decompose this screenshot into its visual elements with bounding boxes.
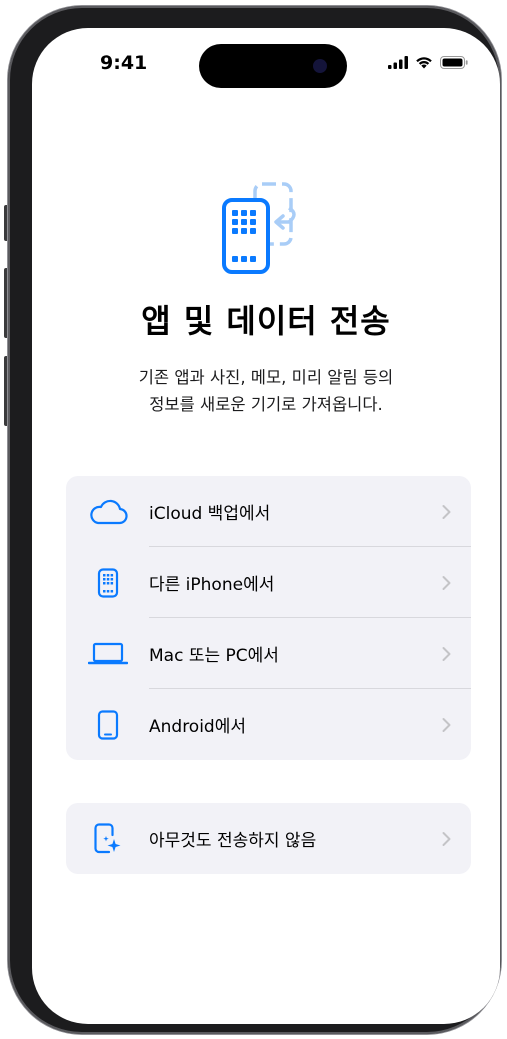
option-dont-transfer[interactable]: 아무것도 전송하지 않음	[66, 803, 471, 874]
description-line-2: 정보를 새로운 기기로 가져옵니다.	[149, 395, 383, 414]
option-mac-or-pc[interactable]: Mac 또는 PC에서	[66, 618, 471, 689]
chevron-right-icon	[442, 646, 451, 661]
status-time: 9:41	[100, 52, 148, 74]
page-description: 기존 앱과 사진, 메모, 미리 알림 등의 정보를 새로운 기기로 가져옵니다…	[32, 364, 500, 418]
chevron-right-icon	[442, 831, 451, 846]
iphone-icon	[88, 567, 128, 598]
status-bar: 9:41	[32, 28, 500, 88]
option-icloud-backup[interactable]: iCloud 백업에서	[66, 476, 471, 547]
status-icons	[388, 56, 468, 69]
page-title: 앱 및 데이터 전송	[141, 302, 391, 340]
cloud-icon	[88, 497, 128, 527]
option-other-iphone[interactable]: 다른 iPhone에서	[66, 547, 471, 618]
cellular-signal-icon	[388, 56, 408, 69]
wifi-icon	[416, 57, 432, 69]
screen: 9:41 앱 및 데이터 전송 기존 앱과 사진, 메모, 미리 알림 등의 정…	[32, 28, 500, 1024]
android-phone-icon	[88, 709, 128, 740]
option-label: 다른 iPhone에서	[149, 575, 275, 595]
phone-frame: 9:41 앱 및 데이터 전송 기존 앱과 사진, 메모, 미리 알림 등의 정…	[8, 6, 501, 1034]
phone-sparkle-icon	[88, 822, 128, 854]
front-camera	[313, 59, 327, 73]
option-label: 아무것도 전송하지 않음	[149, 831, 317, 851]
dynamic-island	[199, 44, 347, 88]
option-label: iCloud 백업에서	[149, 504, 271, 524]
option-label: Android에서	[149, 717, 247, 737]
option-android[interactable]: Android에서	[66, 689, 471, 760]
battery-icon	[440, 56, 468, 69]
option-label: Mac 또는 PC에서	[149, 646, 279, 666]
laptop-icon	[88, 639, 128, 669]
transfer-options-list: iCloud 백업에서 다른 iPhone에서 Mac 또는 PC에서 Andr…	[66, 476, 471, 760]
description-line-1: 기존 앱과 사진, 메모, 미리 알림 등의	[138, 368, 394, 387]
transfer-devices-icon	[222, 182, 296, 274]
skip-transfer-group: 아무것도 전송하지 않음	[66, 803, 471, 874]
chevron-right-icon	[442, 717, 451, 732]
chevron-right-icon	[442, 575, 451, 590]
chevron-right-icon	[442, 504, 451, 519]
